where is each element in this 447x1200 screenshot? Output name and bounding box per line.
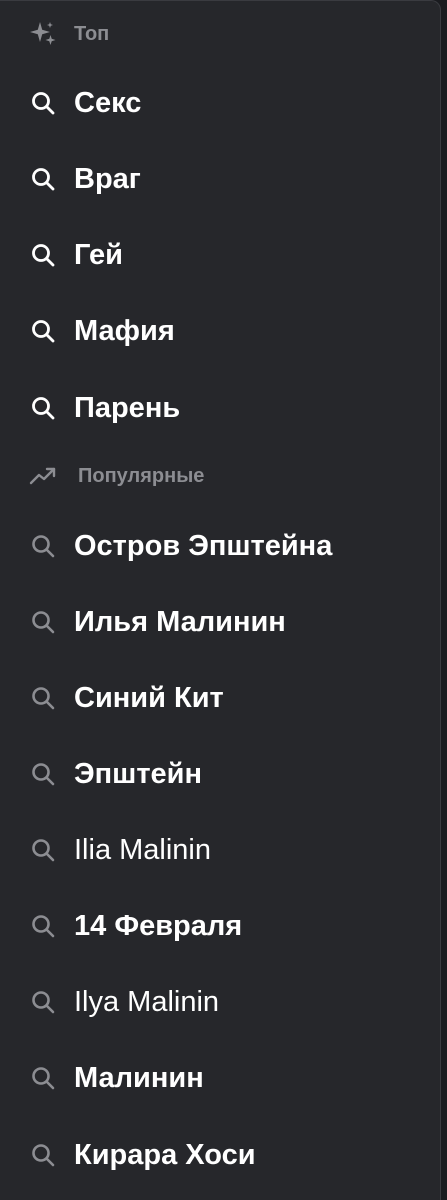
suggestion-label: Малинин (74, 1062, 204, 1094)
suggestion-label: Илья Малинин (74, 606, 286, 638)
section-title-popular: Популярные (78, 465, 205, 487)
suggestion-item[interactable]: Малинин (0, 1048, 430, 1108)
search-icon (32, 839, 55, 862)
search-icon (32, 92, 55, 115)
suggestion-label: Остров Эпштейна (74, 530, 333, 562)
suggestion-label: Ilia Malinin (74, 834, 211, 866)
search-icon (32, 1067, 55, 1090)
suggestion-item[interactable]: Гей (0, 225, 430, 285)
suggestion-label: Парень (74, 392, 181, 424)
suggestion-item[interactable]: Ilia Malinin (0, 820, 430, 880)
suggestion-item[interactable]: Ilya Malinin (0, 972, 430, 1032)
search-icon (32, 915, 55, 938)
suggestion-label: Секс (74, 87, 142, 119)
search-icon (32, 168, 55, 191)
suggestion-item[interactable]: Кирара Хоси (0, 1125, 430, 1185)
suggestion-label: Мафия (74, 315, 175, 347)
suggestion-label: Эпштейн (74, 758, 202, 790)
search-icon (32, 1144, 55, 1167)
search-icon (32, 244, 55, 267)
suggestion-label: Гей (74, 239, 123, 271)
search-icon (32, 991, 55, 1014)
search-icon (32, 397, 55, 420)
search-icon (32, 763, 55, 786)
suggestion-item[interactable]: Секс (0, 73, 430, 133)
suggestion-label: Ilya Malinin (74, 986, 220, 1018)
suggestion-item[interactable]: Илья Малинин (0, 592, 430, 652)
search-icon (32, 687, 55, 710)
search-suggestions-panel: Топ Секс Враг Гей Мафия Парень Популярны… (0, 0, 441, 1200)
sparkle-icon (28, 19, 58, 49)
section-title-top: Топ (74, 23, 110, 45)
suggestion-item[interactable]: Синий Кит (0, 668, 430, 728)
search-icon (32, 320, 55, 343)
suggestion-label: Синий Кит (74, 682, 224, 714)
suggestion-item[interactable]: 14 Февраля (0, 896, 430, 956)
suggestion-label: 14 Февраля (74, 910, 243, 942)
trending-up-icon (28, 461, 58, 491)
suggestion-item[interactable]: Мафия (0, 301, 430, 361)
suggestion-item[interactable]: Враг (0, 149, 430, 209)
suggestion-item[interactable]: Остров Эпштейна (0, 516, 430, 576)
suggestion-label: Враг (74, 163, 141, 195)
suggestion-item[interactable]: Парень (0, 378, 430, 438)
suggestion-item[interactable]: Эпштейн (0, 744, 430, 804)
suggestion-label: Кирара Хоси (74, 1139, 256, 1171)
search-icon (32, 535, 55, 558)
search-icon (32, 611, 55, 634)
